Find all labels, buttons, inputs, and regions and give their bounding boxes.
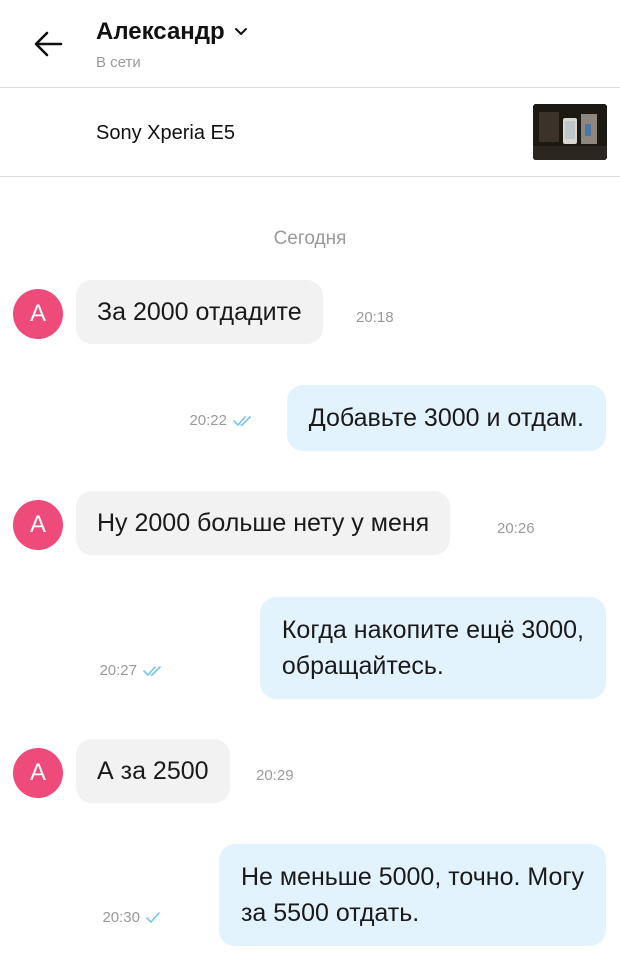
contact-name-button[interactable]: Александр: [96, 18, 249, 46]
avatar[interactable]: А: [13, 289, 63, 339]
contact-name: Александр: [96, 18, 225, 45]
message-outgoing[interactable]: Добавьте 3000 и отдам.: [286, 385, 606, 451]
chevron-down-icon: [234, 28, 247, 35]
message-text-line: Когда накопите ещё 3000,: [281, 616, 584, 644]
date-separator: Сегодня: [273, 228, 347, 249]
message-outgoing[interactable]: Не меньше 5000, точно. Могу за 5500 отда…: [218, 844, 606, 946]
chat-header: Александр В сети: [0, 0, 620, 88]
double-check-icon: [233, 415, 251, 426]
message-time: 20:27: [99, 662, 137, 679]
message-text: Ну 2000 больше нету у меня: [97, 509, 430, 537]
message-time: 20:18: [356, 309, 394, 326]
avatar[interactable]: А: [13, 500, 63, 550]
message-meta: 20:30: [102, 909, 160, 926]
back-button[interactable]: [30, 26, 66, 62]
message-time: 20:26: [497, 520, 535, 537]
listing-title: Sony Xperia E5: [96, 122, 235, 144]
phone-photo-image: [533, 104, 607, 160]
message-time: 20:22: [189, 412, 227, 429]
listing-item[interactable]: Sony Xperia E5: [0, 89, 620, 177]
message-text-line: обращайтесь.: [281, 652, 444, 680]
message-meta: 20:27: [99, 662, 165, 679]
message-text: Добавьте 3000 и отдам.: [308, 404, 584, 432]
listing-thumbnail[interactable]: [533, 104, 607, 160]
message-outgoing[interactable]: Когда накопите ещё 3000, обращайтесь.: [259, 597, 606, 699]
arrow-left-icon: [34, 31, 63, 57]
message-text-line: за 5500 отдать.: [240, 899, 420, 927]
message-incoming[interactable]: А за 2500: [76, 739, 230, 803]
message-meta: 20:22: [189, 412, 255, 429]
message-text: А за 2500: [97, 757, 209, 785]
message-incoming[interactable]: За 2000 отдадите: [76, 280, 323, 344]
message-text-line: Не меньше 5000, точно. Могу: [240, 863, 584, 891]
check-icon: [146, 911, 160, 923]
double-check-icon: [143, 665, 161, 676]
message-text: За 2000 отдадите: [97, 298, 302, 326]
message-time: 20:29: [256, 767, 294, 784]
avatar[interactable]: А: [13, 748, 63, 798]
message-time: 20:30: [102, 909, 140, 926]
online-status: В сети: [96, 54, 141, 71]
message-incoming[interactable]: Ну 2000 больше нету у меня: [76, 491, 451, 555]
